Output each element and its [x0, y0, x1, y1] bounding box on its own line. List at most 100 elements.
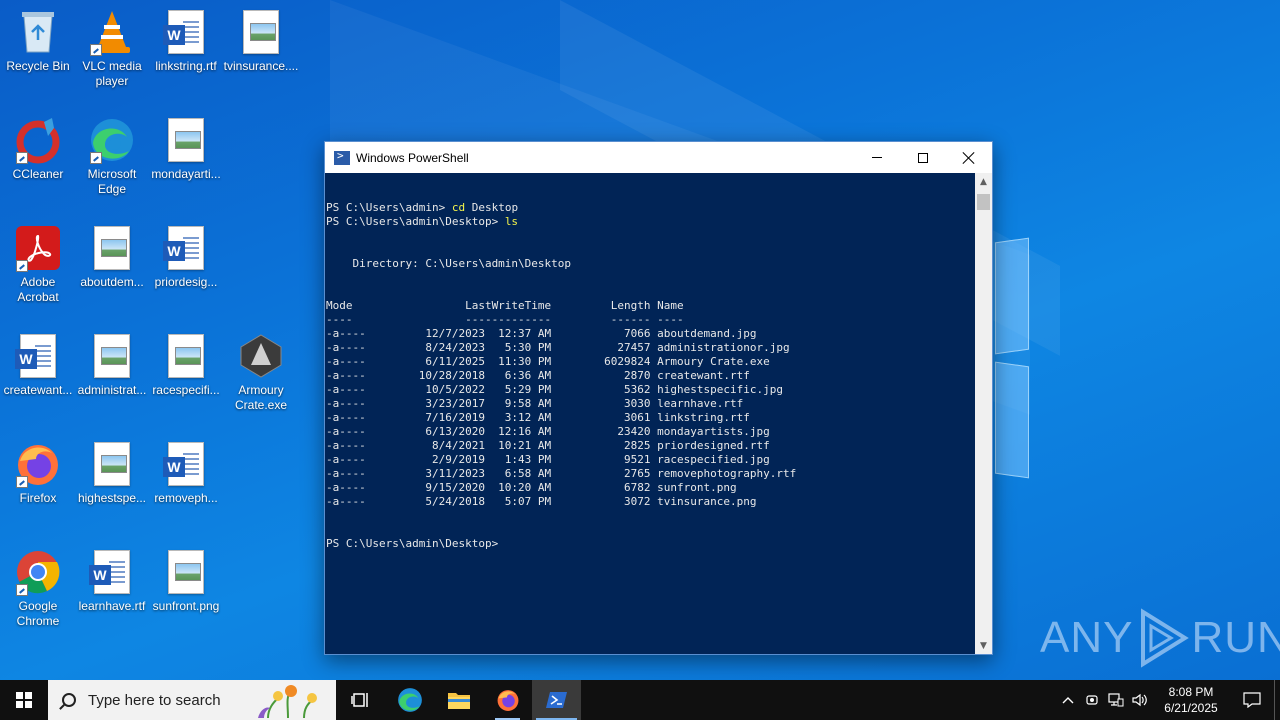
taskbar-firefox[interactable]	[483, 680, 532, 720]
minimize-button[interactable]	[854, 142, 900, 173]
desktop-icon-label: mondayarti...	[151, 167, 221, 181]
console-output[interactable]: PS C:\Users\admin> cd Desktop PS C:\Users…	[325, 173, 976, 654]
desktop-icon-label: Microsoft Edge	[87, 167, 137, 196]
network-icon[interactable]	[1104, 680, 1128, 720]
firefox-icon	[497, 690, 518, 711]
listing-underline: ---- ------------- ------ ----	[326, 313, 684, 326]
desktop-icon-vlc[interactable]: VLC media player	[74, 8, 150, 89]
firefox-icon	[14, 440, 62, 488]
taskbar-search-box[interactable]: Type here to search	[48, 680, 336, 720]
desktop-icon-removephotography[interactable]: W removeph...	[148, 440, 224, 506]
console-line: PS C:\Users\admin\Desktop> ls	[326, 215, 519, 228]
image-file-icon	[88, 224, 136, 272]
desktop-icon-linkstring[interactable]: W linkstring.rtf	[148, 8, 224, 74]
desktop-icon-tvinsurance[interactable]: tvinsurance....	[223, 8, 299, 74]
desktop-icon-ccleaner[interactable]: CCleaner	[0, 116, 76, 182]
listing-row: -a---- 10/28/2018 6:36 AM 2870 createwan…	[326, 369, 750, 382]
listing-row: -a---- 10/5/2022 5:29 PM 5362 highestspe…	[326, 383, 783, 396]
taskbar-clock[interactable]: 8:08 PM 6/21/2025	[1152, 684, 1230, 716]
taskbar: Type here to search 8:08 PM 6/21/2025	[0, 680, 1280, 720]
listing-row: -a---- 3/11/2023 6:58 AM 2765 removephot…	[326, 467, 797, 480]
desktop-icon-highestspecific[interactable]: highestspe...	[74, 440, 150, 506]
notification-icon	[1243, 692, 1261, 708]
directory-line: Directory: C:\Users\admin\Desktop	[326, 257, 572, 270]
desktop-icon-adobe-acrobat[interactable]: Adobe Acrobat	[0, 224, 76, 305]
desktop-icon-administrationor[interactable]: administrat...	[74, 332, 150, 398]
desktop-icon-label: linkstring.rtf	[155, 59, 217, 73]
volume-icon[interactable]	[1128, 680, 1152, 720]
window-title: Windows PowerShell	[356, 150, 469, 165]
listing-row: -a---- 9/15/2020 10:20 AM 6782 sunfront.…	[326, 481, 737, 494]
search-icon	[62, 693, 76, 707]
desktop-icon-label: sunfront.png	[152, 599, 220, 613]
chrome-icon	[14, 548, 62, 596]
desktop-icon-label: Google Chrome	[16, 599, 60, 628]
desktop-icon-learnhave[interactable]: W learnhave.rtf	[74, 548, 150, 614]
scroll-down-icon[interactable]: ▼	[975, 637, 992, 654]
listing-row: -a---- 8/4/2021 10:21 AM 2825 priordesig…	[326, 439, 770, 452]
desktop-icon-label: aboutdem...	[80, 275, 144, 289]
listing-rows: -a---- 12/7/2023 12:37 AM 7066 aboutdema…	[326, 327, 976, 509]
recycle-bin-icon	[14, 8, 62, 56]
acrobat-icon	[14, 224, 62, 272]
desktop-icon-label: createwant...	[3, 383, 73, 397]
console-line: PS C:\Users\admin> cd Desktop	[326, 201, 519, 214]
windows-start-icon	[16, 692, 32, 708]
start-button[interactable]	[0, 680, 48, 720]
task-view-icon	[350, 693, 368, 707]
clock-time: 8:08 PM	[1168, 685, 1214, 699]
vlc-icon	[88, 8, 136, 56]
powershell-icon	[334, 149, 350, 165]
listing-row: -a---- 7/16/2019 3:12 AM 3061 linkstring…	[326, 411, 750, 424]
desktop-icon-armoury-crate[interactable]: Armoury Crate.exe	[223, 332, 299, 413]
meet-now-icon[interactable]	[1080, 680, 1104, 720]
show-desktop-button[interactable]	[1274, 680, 1280, 720]
window-titlebar[interactable]: Windows PowerShell	[325, 142, 992, 173]
folder-icon	[447, 693, 470, 709]
word-document-icon: W	[162, 224, 210, 272]
powershell-icon	[545, 692, 567, 708]
close-button[interactable]	[946, 142, 992, 173]
desktop-icon-recycle-bin[interactable]: Recycle Bin	[0, 8, 76, 74]
search-placeholder: Type here to search	[88, 691, 221, 709]
listing-row: -a---- 6/13/2020 12:16 AM 23420 mondayar…	[326, 425, 770, 438]
desktop-icon-mondayartists[interactable]: mondayarti...	[148, 116, 224, 182]
listing-row: -a---- 6/11/2025 11:30 PM 6029824 Armour…	[326, 355, 770, 368]
desktop-icon-aboutdemand[interactable]: aboutdem...	[74, 224, 150, 290]
desktop-icon-label: Firefox	[19, 491, 57, 505]
taskbar-file-explorer[interactable]	[434, 680, 483, 720]
edge-icon	[397, 688, 422, 712]
desktop-icon-label: Adobe Acrobat	[17, 275, 59, 304]
desktop-icon-label: Armoury Crate.exe	[234, 383, 288, 412]
vertical-scrollbar[interactable]: ▲ ▼	[975, 173, 992, 654]
scroll-up-icon[interactable]: ▲	[975, 173, 992, 190]
desktop-icon-sunfront[interactable]: sunfront.png	[148, 548, 224, 614]
taskbar-edge[interactable]	[385, 680, 434, 720]
scroll-thumb[interactable]	[977, 194, 990, 210]
close-icon	[963, 152, 975, 164]
powershell-window[interactable]: Windows PowerShell PS C:\Users\admin> cd…	[324, 141, 993, 655]
console-prompt[interactable]: PS C:\Users\admin\Desktop>	[326, 537, 976, 551]
desktop-icon-label: VLC media player	[82, 59, 142, 88]
chevron-up-icon[interactable]	[1056, 680, 1080, 720]
desktop-icon-label: priordesig...	[154, 275, 218, 289]
desktop-icon-label: CCleaner	[12, 167, 64, 181]
windows-logo-light	[995, 237, 1035, 480]
word-document-icon: W	[162, 8, 210, 56]
maximize-button[interactable]	[900, 142, 946, 173]
notification-center-button[interactable]	[1230, 680, 1274, 720]
desktop-icon-createwant[interactable]: W createwant...	[0, 332, 76, 398]
image-file-icon	[162, 548, 210, 596]
taskbar-task-view[interactable]	[336, 680, 385, 720]
taskbar-powershell[interactable]	[532, 680, 581, 720]
image-file-icon	[162, 332, 210, 380]
desktop-icon-google-chrome[interactable]: Google Chrome	[0, 548, 76, 629]
desktop-icon-priordesigned[interactable]: W priordesig...	[148, 224, 224, 290]
word-document-icon: W	[162, 440, 210, 488]
desktop-icon-firefox[interactable]: Firefox	[0, 440, 76, 506]
desktop-icon-edge[interactable]: Microsoft Edge	[74, 116, 150, 197]
desktop-icon-racespecified[interactable]: racespecifi...	[148, 332, 224, 398]
image-file-icon	[237, 8, 285, 56]
word-document-icon: W	[14, 332, 62, 380]
listing-row: -a---- 12/7/2023 12:37 AM 7066 aboutdema…	[326, 327, 757, 340]
